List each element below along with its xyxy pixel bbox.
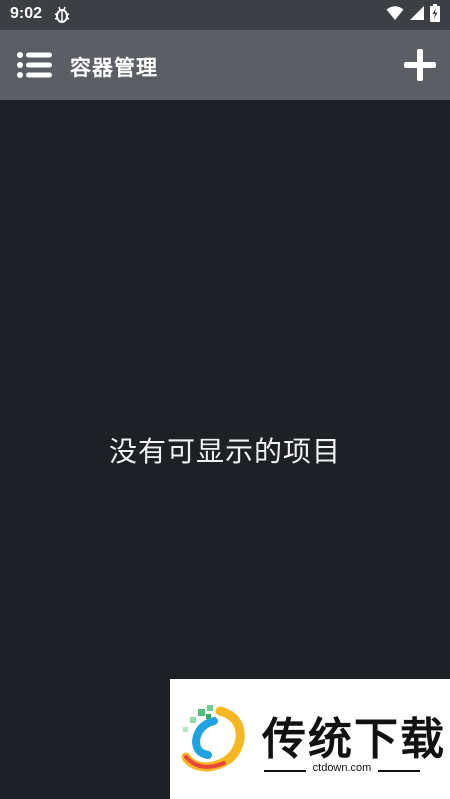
ctdown-logo-icon xyxy=(180,703,250,779)
bug-icon xyxy=(53,6,71,28)
divider xyxy=(264,770,306,772)
battery-charging-icon xyxy=(430,4,440,26)
status-time: 9:02 xyxy=(10,5,43,22)
list-menu-icon xyxy=(16,52,54,83)
watermark-url: ctdown.com xyxy=(312,762,372,774)
watermark-title: 传统下载 xyxy=(262,715,446,764)
page-title: 容器管理 xyxy=(70,56,158,80)
watermark: 传统下载 ctdown.com xyxy=(170,679,450,799)
wifi-icon xyxy=(386,5,404,25)
menu-button[interactable] xyxy=(16,51,54,79)
plus-icon xyxy=(402,49,438,87)
cellular-signal-icon xyxy=(409,5,425,25)
screen: 9:02 容器管理 没有可显示的项目 传统下载 ctdown.com xyxy=(0,0,450,799)
divider xyxy=(378,770,420,772)
app-bar: 容器管理 xyxy=(0,30,450,100)
add-button[interactable] xyxy=(402,47,438,83)
empty-state-message: 没有可显示的项目 xyxy=(108,435,341,468)
status-icons xyxy=(386,4,440,26)
status-bar: 9:02 xyxy=(0,0,450,30)
